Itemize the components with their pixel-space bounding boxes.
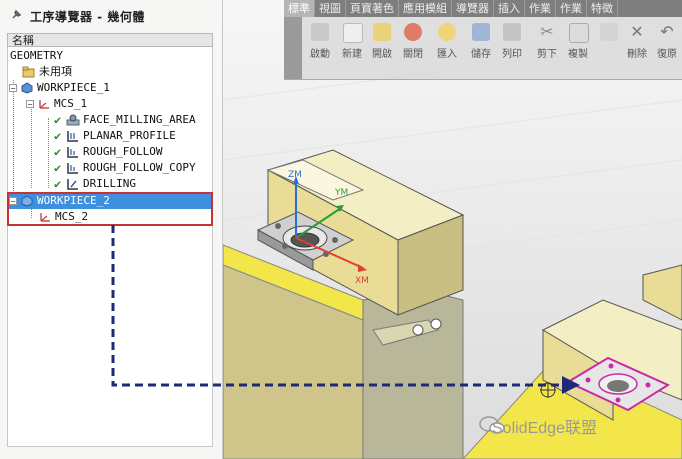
rough-follow-icon <box>66 146 80 158</box>
navigator-title: 工序導覽器 - 幾何體 <box>30 10 145 24</box>
ribbon-tab-bar: 標準 視圖 頁寶著色 應用模組 導覽器 插入 作業 作業 特徵 <box>284 0 682 17</box>
tree-item-planar-profile[interactable]: ✔ PLANAR_PROFILE <box>54 128 176 144</box>
delete-button[interactable]: ✕ 刪除 <box>622 19 652 61</box>
print-icon <box>503 23 521 41</box>
import-button[interactable]: 匯入 <box>432 19 462 60</box>
cut-button[interactable]: ✂ 剪下 <box>532 19 562 61</box>
save-icon <box>472 23 490 41</box>
tree-line <box>48 118 49 188</box>
axis-label-ym: YM <box>335 188 349 198</box>
tab-insert[interactable]: 插入 <box>494 0 525 17</box>
undo-button[interactable]: ↶ 復原 <box>652 19 682 61</box>
close-icon <box>404 23 422 41</box>
tab-operation-2[interactable]: 作業 <box>556 0 587 17</box>
start-icon <box>311 23 329 41</box>
tree-item-rough-follow[interactable]: ✔ ROUGH_FOLLOW <box>54 144 162 160</box>
print-button[interactable]: 列印 <box>497 19 527 60</box>
copy-button[interactable]: 複製 <box>563 19 593 60</box>
drilling-icon <box>66 178 80 190</box>
check-icon: ✔ <box>54 113 62 127</box>
watermark-text: SolidEdge联盟 <box>492 420 597 437</box>
import-icon <box>438 23 456 41</box>
rough-follow-icon <box>66 162 80 174</box>
tab-standard[interactable]: 標準 <box>284 0 315 17</box>
tab-operation[interactable]: 作業 <box>525 0 556 17</box>
workpiece-icon <box>20 82 34 94</box>
open-button[interactable]: 開啟 <box>367 19 397 60</box>
check-icon: ✔ <box>54 129 62 143</box>
mcs-icon <box>37 98 51 110</box>
open-folder-icon <box>373 23 391 41</box>
tab-view[interactable]: 視圖 <box>315 0 346 17</box>
collapse-toggle[interactable]: − <box>9 84 17 93</box>
delete-icon: ✕ <box>630 22 644 41</box>
check-icon: ✔ <box>54 145 62 159</box>
pin-icon[interactable] <box>10 9 22 21</box>
folder-icon <box>22 66 36 78</box>
collapse-toggle[interactable]: − <box>26 100 34 109</box>
axis-label-zm: ZM <box>288 170 302 180</box>
new-file-icon <box>343 23 363 43</box>
tree-item-workpiece-1[interactable]: − WORKPIECE_1 <box>9 80 110 96</box>
tab-shading[interactable]: 頁寶著色 <box>346 0 399 17</box>
axis-label-xm: XM <box>355 276 369 286</box>
check-icon: ✔ <box>54 177 62 191</box>
face-milling-icon <box>66 114 80 126</box>
check-icon: ✔ <box>54 161 62 175</box>
paste-icon <box>600 23 618 41</box>
tab-application[interactable]: 應用模組 <box>399 0 452 17</box>
ribbon-side-strip <box>284 17 302 79</box>
planar-profile-icon <box>66 130 80 142</box>
tree-item-mcs-1[interactable]: − MCS_1 <box>26 96 87 112</box>
highlight-box <box>7 192 213 226</box>
tree-item-geometry[interactable]: GEOMETRY <box>10 48 63 64</box>
undo-icon: ↶ <box>660 22 674 41</box>
new-button[interactable]: 新建 <box>337 19 367 60</box>
tab-feature[interactable]: 特徵 <box>587 0 618 17</box>
tree-item-unused[interactable]: 未用項 <box>22 64 72 80</box>
tree-item-face-milling-area[interactable]: ✔ FACE_MILLING_AREA <box>54 112 196 128</box>
tree-item-rough-follow-copy[interactable]: ✔ ROUGH_FOLLOW_COPY <box>54 160 196 176</box>
operation-navigator: 工序導覽器 - 幾何體 名稱 GEOMETRY 未用項 − WORKPIECE_… <box>0 0 223 459</box>
tree-line <box>13 80 14 197</box>
tree-line <box>31 104 32 188</box>
scissors-icon: ✂ <box>540 22 554 41</box>
copy-icon <box>569 23 589 43</box>
column-header-name[interactable]: 名稱 <box>7 33 213 47</box>
start-button[interactable]: 啟動 <box>305 19 335 60</box>
save-button[interactable]: 儲存 <box>466 19 496 60</box>
close-button[interactable]: 關閉 <box>398 19 428 60</box>
tab-navigator[interactable]: 導覽器 <box>452 0 494 17</box>
tree-item-drilling[interactable]: ✔ DRILLING <box>54 176 136 192</box>
